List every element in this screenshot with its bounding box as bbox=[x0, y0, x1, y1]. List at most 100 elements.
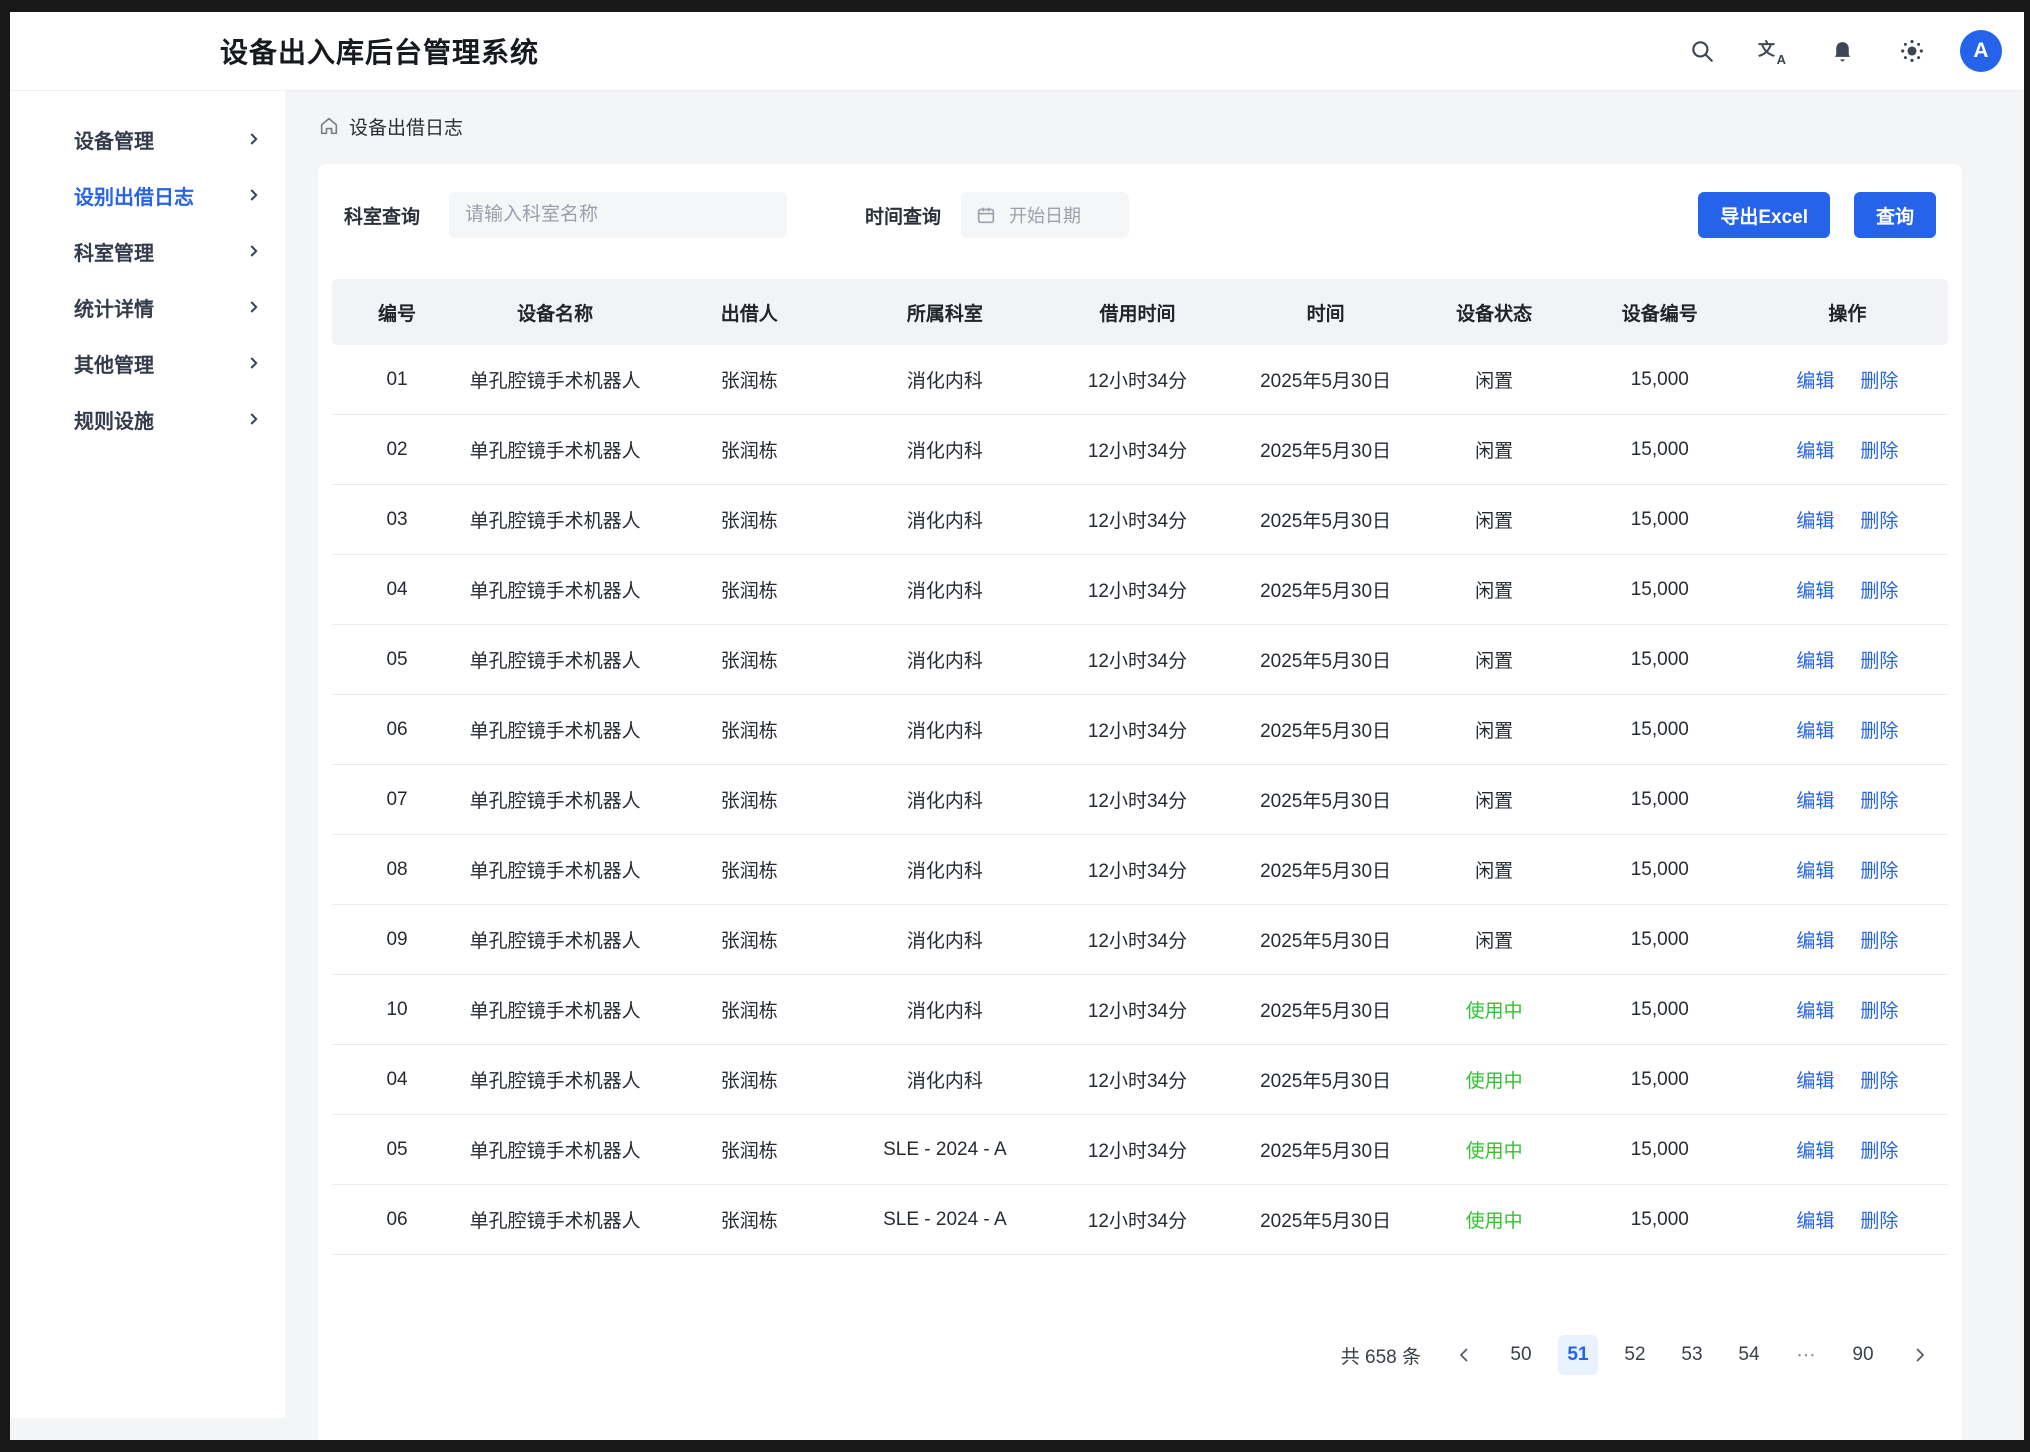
edit-link[interactable]: 编辑 bbox=[1796, 371, 1834, 392]
sidebar-item-1[interactable]: 设别出借日志 bbox=[10, 167, 285, 223]
delete-link[interactable]: 删除 bbox=[1860, 441, 1898, 462]
delete-link[interactable]: 删除 bbox=[1860, 1071, 1898, 1092]
export-excel-button[interactable]: 导出Excel bbox=[1698, 192, 1830, 238]
edit-link[interactable]: 编辑 bbox=[1796, 1141, 1834, 1162]
department: 消化内科 bbox=[850, 835, 1039, 905]
page-ellipsis[interactable]: ⋯ bbox=[1786, 1335, 1826, 1375]
edit-link[interactable]: 编辑 bbox=[1796, 791, 1834, 812]
edit-link[interactable]: 编辑 bbox=[1796, 511, 1834, 532]
row-actions: 编辑 删除 bbox=[1747, 835, 1948, 905]
page-number-51[interactable]: 51 bbox=[1558, 1335, 1598, 1375]
lender: 张润栋 bbox=[648, 835, 850, 905]
sidebar-item-5[interactable]: 规则设施 bbox=[10, 391, 285, 447]
delete-link[interactable]: 删除 bbox=[1860, 1001, 1898, 1022]
borrow-duration: 12小时34分 bbox=[1039, 625, 1235, 695]
device-name: 单孔腔镜手术机器人 bbox=[462, 905, 648, 975]
page-number-50[interactable]: 50 bbox=[1501, 1335, 1541, 1375]
column-header: 设备状态 bbox=[1416, 279, 1573, 345]
department: 消化内科 bbox=[850, 905, 1039, 975]
theme-button[interactable] bbox=[1890, 29, 1934, 73]
dept-search-input[interactable] bbox=[449, 192, 787, 238]
row-no: 10 bbox=[332, 975, 462, 1045]
lender: 张润栋 bbox=[648, 625, 850, 695]
sidebar-item-2[interactable]: 科室管理 bbox=[10, 223, 285, 279]
edit-link[interactable]: 编辑 bbox=[1796, 931, 1834, 952]
device-code: 15,000 bbox=[1573, 1115, 1747, 1185]
delete-link[interactable]: 删除 bbox=[1860, 1211, 1898, 1232]
sidebar-item-label: 规则设施 bbox=[74, 405, 154, 434]
notification-button[interactable] bbox=[1820, 29, 1864, 73]
borrow-date: 2025年5月30日 bbox=[1236, 555, 1416, 625]
delete-link[interactable]: 删除 bbox=[1860, 1141, 1898, 1162]
row-actions: 编辑 删除 bbox=[1747, 485, 1948, 555]
status-badge: 闲置 bbox=[1416, 835, 1573, 905]
delete-link[interactable]: 删除 bbox=[1860, 511, 1898, 532]
delete-link[interactable]: 删除 bbox=[1860, 791, 1898, 812]
bell-icon bbox=[1830, 39, 1855, 64]
page-number-90[interactable]: 90 bbox=[1843, 1335, 1883, 1375]
page-title: 设备出入库后台管理系统 bbox=[220, 31, 539, 71]
device-code: 15,000 bbox=[1573, 835, 1747, 905]
row-no: 04 bbox=[332, 555, 462, 625]
edit-link[interactable]: 编辑 bbox=[1796, 1211, 1834, 1232]
row-actions: 编辑 删除 bbox=[1747, 695, 1948, 765]
search-icon bbox=[1689, 38, 1715, 64]
column-header: 设备编号 bbox=[1573, 279, 1747, 345]
delete-link[interactable]: 删除 bbox=[1860, 931, 1898, 952]
edit-link[interactable]: 编辑 bbox=[1796, 1001, 1834, 1022]
next-page-button[interactable] bbox=[1900, 1335, 1940, 1375]
borrow-date: 2025年5月30日 bbox=[1236, 905, 1416, 975]
chevron-right-icon bbox=[247, 244, 261, 258]
edit-link[interactable]: 编辑 bbox=[1796, 581, 1834, 602]
breadcrumb-label: 设备出借日志 bbox=[349, 113, 463, 140]
device-code: 15,000 bbox=[1573, 345, 1747, 415]
page-number-52[interactable]: 52 bbox=[1615, 1335, 1655, 1375]
row-actions: 编辑 删除 bbox=[1747, 415, 1948, 485]
content-card: 科室查询 时间查询 开始日期 导出Excel 查询 bbox=[318, 164, 1962, 1440]
delete-link[interactable]: 删除 bbox=[1860, 581, 1898, 602]
row-no: 09 bbox=[332, 905, 462, 975]
delete-link[interactable]: 删除 bbox=[1860, 371, 1898, 392]
table-row: 07单孔腔镜手术机器人张润栋消化内科12小时34分2025年5月30日闲置15,… bbox=[332, 765, 1948, 835]
edit-link[interactable]: 编辑 bbox=[1796, 1071, 1834, 1092]
sidebar-item-4[interactable]: 其他管理 bbox=[10, 335, 285, 391]
delete-link[interactable]: 删除 bbox=[1860, 651, 1898, 672]
sidebar-item-0[interactable]: 设备管理 bbox=[10, 111, 285, 167]
prev-page-button[interactable] bbox=[1444, 1335, 1484, 1375]
query-button[interactable]: 查询 bbox=[1854, 192, 1936, 238]
row-no: 08 bbox=[332, 835, 462, 905]
delete-link[interactable]: 删除 bbox=[1860, 721, 1898, 742]
borrow-date: 2025年5月30日 bbox=[1236, 485, 1416, 555]
user-avatar[interactable]: A bbox=[1960, 30, 2002, 72]
device-code: 15,000 bbox=[1573, 555, 1747, 625]
device-name: 单孔腔镜手术机器人 bbox=[462, 345, 648, 415]
table-row: 04单孔腔镜手术机器人张润栋消化内科12小时34分2025年5月30日闲置15,… bbox=[332, 555, 1948, 625]
page-number-54[interactable]: 54 bbox=[1729, 1335, 1769, 1375]
start-date-picker[interactable]: 开始日期 bbox=[961, 192, 1129, 238]
delete-link[interactable]: 删除 bbox=[1860, 861, 1898, 882]
lender: 张润栋 bbox=[648, 1185, 850, 1255]
translate-button[interactable]: 文 A bbox=[1750, 29, 1794, 73]
edit-link[interactable]: 编辑 bbox=[1796, 861, 1834, 882]
sidebar-nav: 设备管理设别出借日志科室管理统计详情其他管理规则设施 bbox=[10, 91, 285, 1418]
body-area: 设备管理设别出借日志科室管理统计详情其他管理规则设施 设备出借日志 科室查询 时… bbox=[10, 91, 2024, 1440]
borrow-duration: 12小时34分 bbox=[1039, 485, 1235, 555]
sidebar-item-3[interactable]: 统计详情 bbox=[10, 279, 285, 335]
sidebar-item-label: 设别出借日志 bbox=[74, 181, 194, 210]
edit-link[interactable]: 编辑 bbox=[1796, 721, 1834, 742]
row-actions: 编辑 删除 bbox=[1747, 905, 1948, 975]
row-no: 03 bbox=[332, 485, 462, 555]
device-name: 单孔腔镜手术机器人 bbox=[462, 415, 648, 485]
time-search-label: 时间查询 bbox=[865, 202, 941, 229]
edit-link[interactable]: 编辑 bbox=[1796, 651, 1834, 672]
page-number-53[interactable]: 53 bbox=[1672, 1335, 1712, 1375]
department: 消化内科 bbox=[850, 555, 1039, 625]
sun-icon bbox=[1899, 38, 1925, 64]
table-row: 06单孔腔镜手术机器人张润栋SLE - 2024 - A12小时34分2025年… bbox=[332, 1185, 1948, 1255]
chevron-right-icon bbox=[247, 188, 261, 202]
device-name: 单孔腔镜手术机器人 bbox=[462, 625, 648, 695]
search-button[interactable] bbox=[1680, 29, 1724, 73]
edit-link[interactable]: 编辑 bbox=[1796, 441, 1834, 462]
status-badge: 闲置 bbox=[1416, 625, 1573, 695]
translate-icon: 文 A bbox=[1758, 37, 1786, 65]
